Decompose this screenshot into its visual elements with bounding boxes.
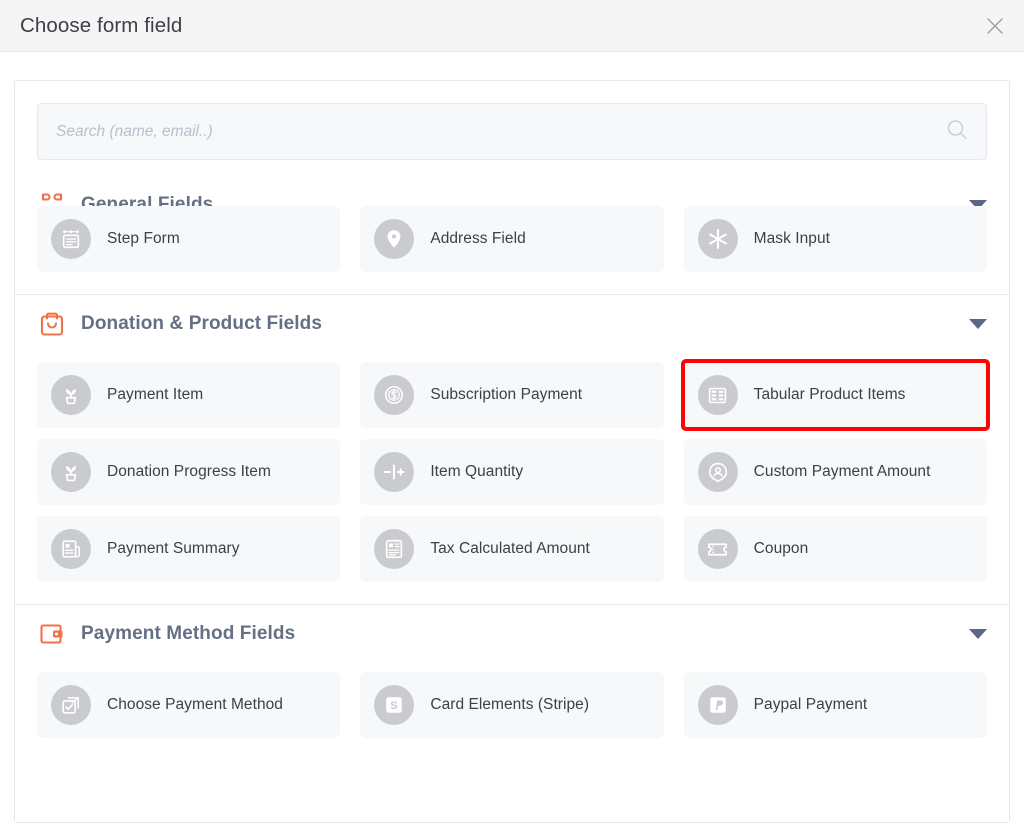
map-pin-icon bbox=[374, 219, 415, 259]
shopping-bag-icon bbox=[37, 309, 67, 339]
field-card[interactable]: Custom Payment Amount bbox=[683, 439, 987, 505]
modal-body: General Fields Step Form Address Field M… bbox=[0, 52, 1024, 823]
close-icon bbox=[987, 17, 1003, 34]
plant-icon bbox=[51, 452, 91, 492]
field-picker-panel: General Fields Step Form Address Field M… bbox=[14, 80, 1010, 823]
field-card-label: Payment Summary bbox=[107, 540, 240, 557]
field-card-label: Card Elements (Stripe) bbox=[430, 696, 590, 713]
step-form-icon bbox=[51, 219, 91, 259]
field-card[interactable]: Coupon bbox=[683, 516, 987, 582]
field-card[interactable]: Payment Summary bbox=[37, 516, 341, 582]
section-title: Payment Method Fields bbox=[81, 623, 296, 644]
stripe-s-icon: S bbox=[374, 685, 415, 725]
chevron-down-icon[interactable] bbox=[969, 319, 987, 329]
section-header-payment-method-fields[interactable]: Payment Method Fields bbox=[15, 605, 1009, 663]
field-card[interactable]: Tabular Product Items bbox=[680, 359, 991, 431]
field-card[interactable]: Payment Item bbox=[37, 362, 341, 428]
field-grid-payment-method-fields: Choose Payment Method S Card Elements (S… bbox=[15, 663, 1009, 760]
field-card[interactable]: Choose Payment Method bbox=[37, 672, 341, 738]
field-card[interactable]: S Card Elements (Stripe) bbox=[360, 672, 664, 738]
plant-icon bbox=[51, 375, 91, 415]
sections-scroll-area[interactable]: General Fields Step Form Address Field M… bbox=[15, 176, 1009, 822]
user-circle-icon bbox=[697, 452, 738, 492]
table-grid-icon bbox=[697, 375, 738, 415]
field-card-label: Mask Input bbox=[753, 230, 830, 247]
search-input[interactable] bbox=[38, 104, 986, 159]
section-title: Donation & Product Fields bbox=[81, 313, 323, 334]
minus-plus-icon bbox=[374, 452, 415, 492]
field-card-label: Item Quantity bbox=[430, 463, 524, 480]
modal-header: Choose form field bbox=[0, 0, 1024, 52]
field-card[interactable]: Donation Progress Item bbox=[37, 439, 341, 505]
field-card[interactable]: Step Form bbox=[37, 206, 341, 272]
svg-text:S: S bbox=[391, 700, 399, 712]
search-box[interactable] bbox=[37, 103, 987, 160]
paypal-p-icon bbox=[697, 685, 738, 725]
field-grid-general-fields: Step Form Address Field Mask Input bbox=[15, 206, 1009, 294]
section-header-donation-product-fields[interactable]: Donation & Product Fields bbox=[15, 295, 1009, 353]
field-grid-donation-product-fields: Payment Item Subscription Payment Tabula… bbox=[15, 353, 1009, 604]
field-card[interactable]: Subscription Payment bbox=[360, 362, 664, 428]
field-card-label: Coupon bbox=[753, 540, 809, 557]
field-card[interactable]: Item Quantity bbox=[360, 439, 664, 505]
asterisk-icon bbox=[697, 219, 738, 259]
field-card[interactable]: Address Field bbox=[360, 206, 664, 272]
field-card-label: Custom Payment Amount bbox=[753, 463, 931, 480]
field-card-label: Paypal Payment bbox=[753, 696, 868, 713]
wallet-icon bbox=[37, 619, 67, 649]
ticket-icon bbox=[697, 529, 738, 569]
close-button[interactable] bbox=[980, 11, 1010, 41]
field-card-label: Tax Calculated Amount bbox=[430, 540, 590, 557]
receipt-icon bbox=[51, 529, 91, 569]
field-card-label: Donation Progress Item bbox=[107, 463, 271, 480]
chevron-down-icon[interactable] bbox=[969, 629, 987, 639]
field-card-label: Address Field bbox=[430, 230, 526, 247]
page-title: Choose form field bbox=[20, 13, 183, 37]
field-card-label: Step Form bbox=[107, 230, 180, 247]
search-section bbox=[15, 81, 1009, 176]
field-card-label: Payment Item bbox=[107, 386, 204, 403]
field-card[interactable]: Paypal Payment bbox=[683, 672, 987, 738]
field-card-label: Choose Payment Method bbox=[107, 696, 283, 713]
coin-dollar-icon bbox=[374, 375, 415, 415]
field-card-label: Subscription Payment bbox=[430, 386, 583, 403]
field-card-label: Tabular Product Items bbox=[753, 386, 906, 403]
document-lines-icon bbox=[374, 529, 415, 569]
field-card[interactable]: Mask Input bbox=[683, 206, 987, 272]
field-card[interactable]: Tax Calculated Amount bbox=[360, 516, 664, 582]
checkbox-select-icon bbox=[51, 685, 91, 725]
